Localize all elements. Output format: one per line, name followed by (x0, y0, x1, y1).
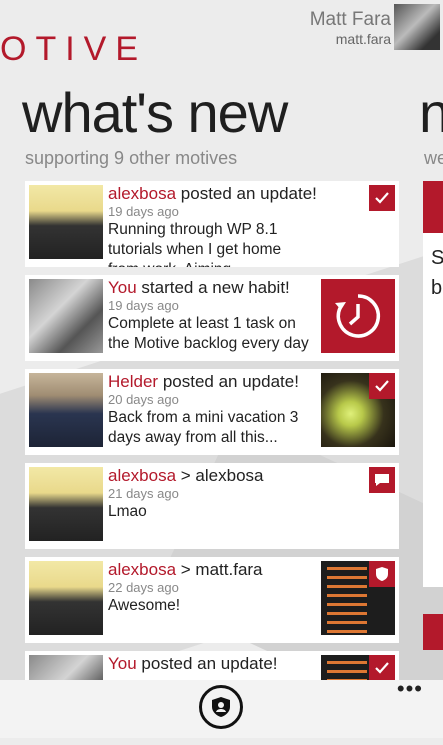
feed-actor[interactable]: You (108, 278, 137, 297)
user-name: Matt Fara (309, 9, 391, 30)
feed-time: 19 days ago (108, 298, 179, 313)
feed-text: Awesome! (108, 597, 181, 614)
avatar[interactable] (29, 561, 103, 635)
next-panel-header-tile (423, 181, 443, 233)
avatar[interactable] (29, 185, 103, 259)
feed-actor[interactable]: alexbosa (108, 466, 176, 485)
feed-item[interactable]: You started a new habit! 19 days ago Com… (25, 275, 399, 361)
feed-item[interactable]: Helder posted an update! 20 days ago Bac… (25, 369, 399, 455)
avatar[interactable] (29, 279, 103, 353)
feed-item[interactable]: alexbosa > alexbosa 21 days ago Lmao (25, 463, 399, 549)
feed-action: > matt.fara (176, 560, 263, 579)
comment-icon (369, 467, 395, 493)
next-panel-footer-tile (423, 614, 443, 650)
next-panel-title-peek[interactable]: n (419, 80, 443, 145)
feed-item[interactable]: alexbosa posted an update! 19 days ago R… (25, 181, 399, 267)
feed-text: Back from a mini vacation 3 days away fr… (108, 409, 299, 446)
peek-letter: S (431, 247, 443, 269)
feed-time: 21 days ago (108, 486, 179, 501)
feed-action: > alexbosa (176, 466, 264, 485)
avatar[interactable] (29, 373, 103, 447)
feed-time: 20 days ago (108, 392, 179, 407)
habit-clock-icon[interactable] (321, 279, 395, 353)
checkmark-icon (369, 655, 395, 681)
next-panel-subtitle-peek: we (424, 148, 443, 168)
feed-item[interactable]: alexbosa > matt.fara 22 days ago Awesome… (25, 557, 399, 643)
page-subtitle: supporting 9 other motives (25, 148, 238, 168)
feed-actor[interactable]: alexbosa (108, 560, 176, 579)
checkmark-icon (369, 185, 395, 211)
shield-icon (369, 561, 395, 587)
feed-text: Running through WP 8.1 tutorials when I … (108, 221, 282, 267)
feed-actor[interactable]: You (108, 654, 137, 673)
avatar[interactable] (29, 467, 103, 541)
feed-action: posted an update! (136, 654, 278, 673)
feed-action: posted an update! (176, 184, 317, 203)
feed-text: Lmao (108, 503, 147, 520)
feed-action: started a new habit! (136, 278, 290, 297)
feed-actor[interactable]: Helder (108, 372, 158, 391)
user-info[interactable]: Matt Fara matt.fara (310, 9, 391, 47)
activity-feed: alexbosa posted an update! 19 days ago R… (25, 181, 399, 745)
feed-actor[interactable]: alexbosa (108, 184, 176, 203)
user-handle: matt.fara (335, 31, 391, 47)
more-options-button[interactable]: ••• (397, 676, 423, 702)
user-avatar[interactable] (394, 4, 440, 50)
feed-text: Complete at least 1 task on the Motive b… (108, 315, 309, 352)
app-brand: OTIVE (0, 30, 148, 68)
checkmark-icon (369, 373, 395, 399)
shield-user-icon[interactable] (199, 685, 243, 729)
peek-letter: b (431, 277, 443, 299)
feed-action: posted an update! (158, 372, 299, 391)
page-title: what's new (22, 81, 288, 144)
next-panel-peek[interactable] (423, 181, 443, 587)
feed-time: 22 days ago (108, 580, 179, 595)
feed-time: 19 days ago (108, 204, 179, 219)
